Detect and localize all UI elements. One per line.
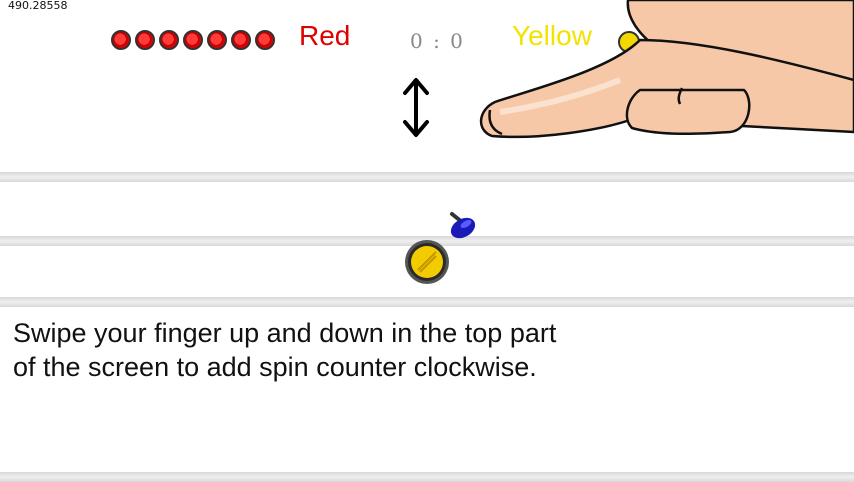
game-canvas[interactable] (0, 0, 854, 480)
tutorial-instructions: Swipe your finger up and down in the top… (13, 318, 557, 382)
spinner-top-icon (450, 212, 476, 239)
yellow-puck-game-piece[interactable] (405, 240, 449, 284)
up-down-arrow-icon (403, 78, 429, 137)
swipe-hand-icon (479, 0, 854, 139)
